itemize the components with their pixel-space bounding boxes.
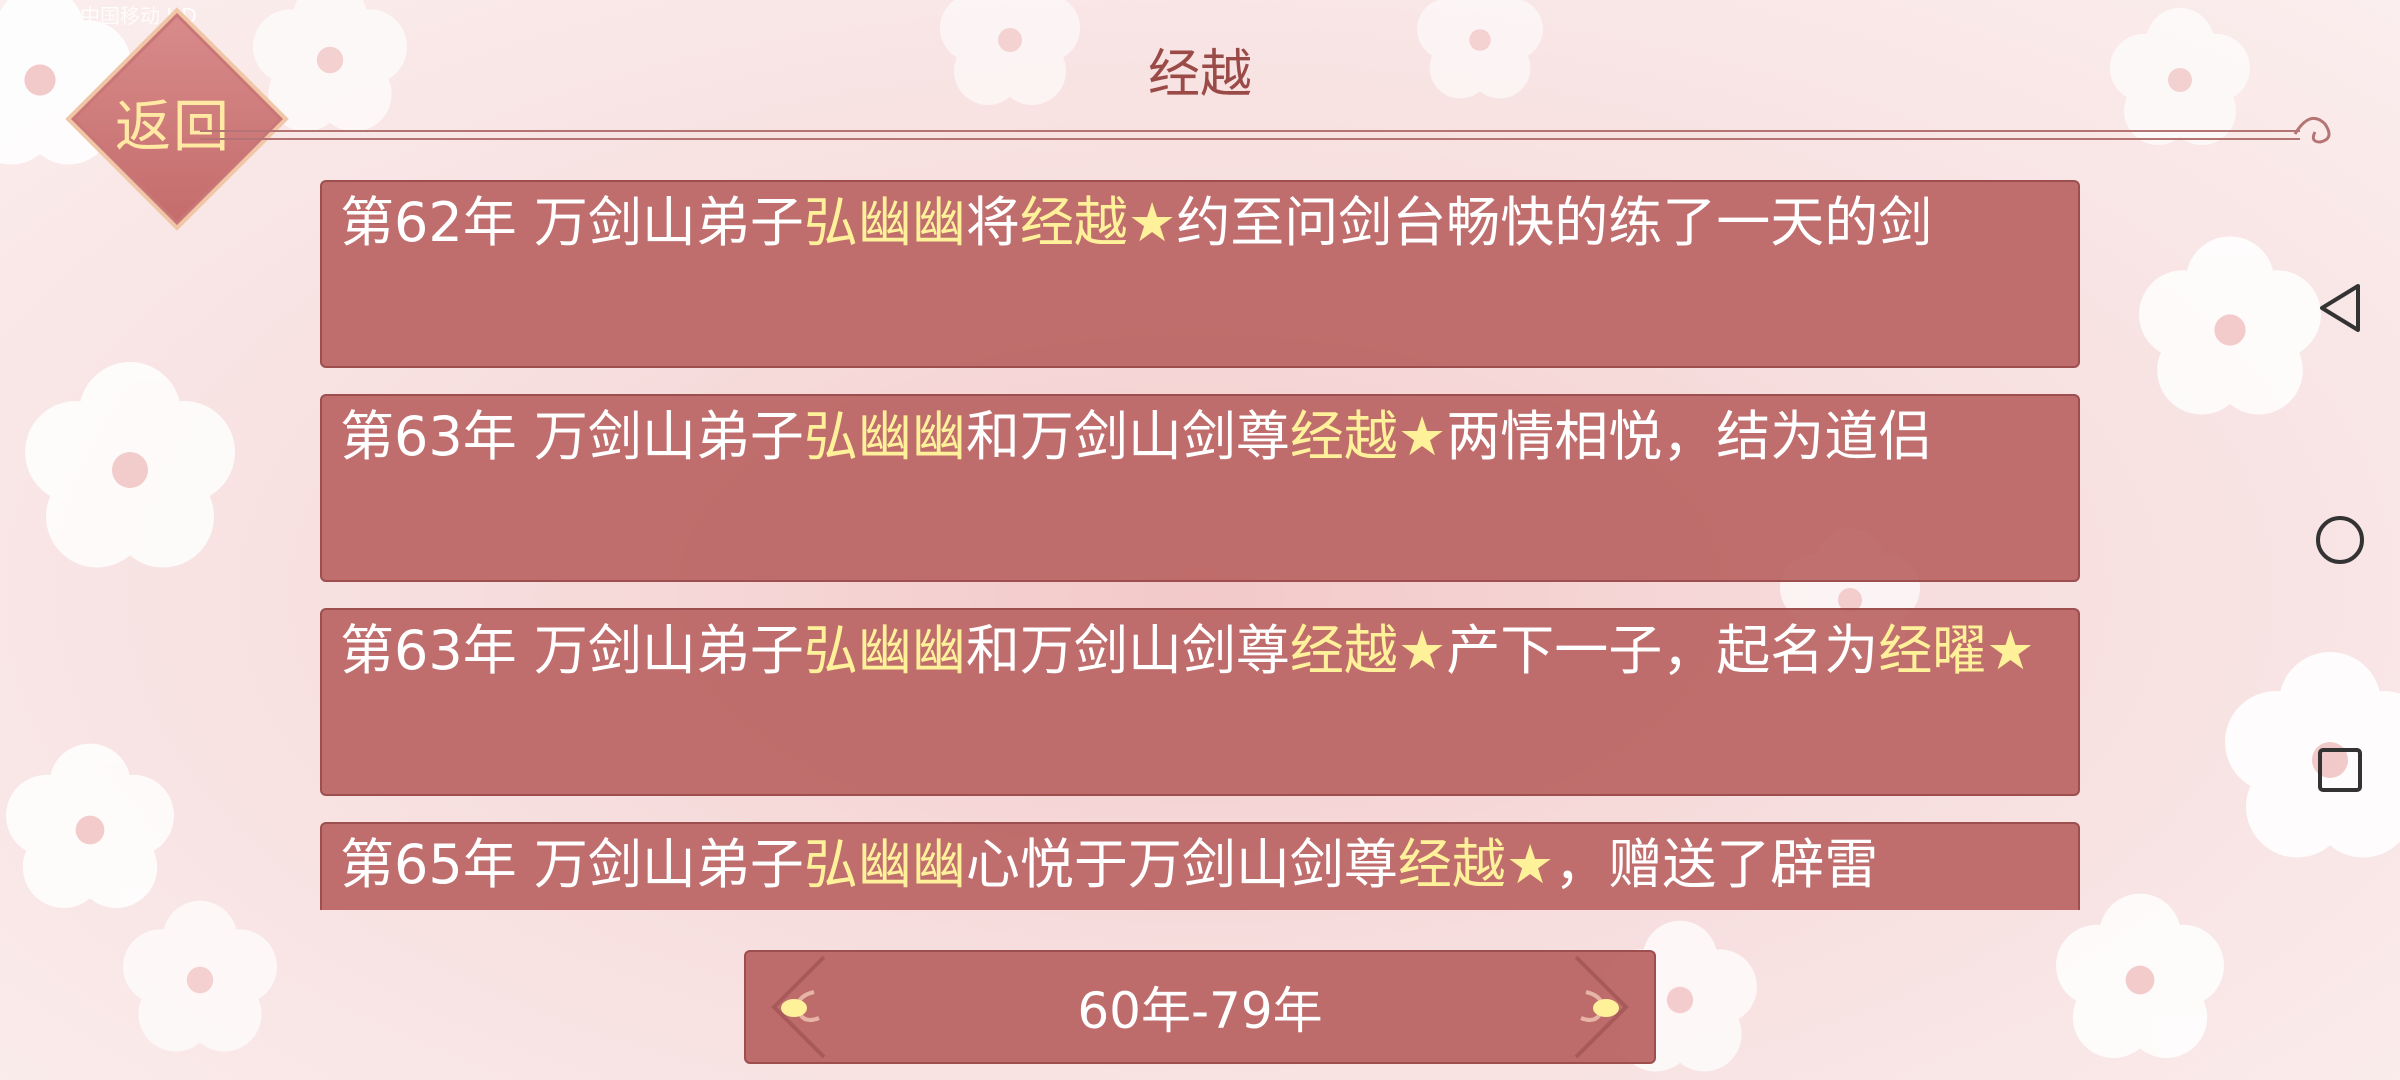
event-text: 第63年 万剑山弟子弘幽幽和万剑山剑尊经越★产下一子，起名为经曜★ xyxy=(340,619,2035,682)
swirl-ornament-icon xyxy=(2293,116,2331,144)
circle-home-icon[interactable] xyxy=(2300,500,2380,580)
square-recents-icon[interactable] xyxy=(2300,730,2380,810)
event-card: 第65年 万剑山弟子弘幽幽心悦于万剑山剑尊经越★，赠送了辟雷 xyxy=(320,822,2080,910)
year-range-label: 60年-79年 xyxy=(1077,982,1323,1040)
event-text: 第62年 万剑山弟子弘幽幽将经越★约至问剑台畅快的练了一天的剑 xyxy=(340,191,1933,254)
event-text: 第63年 万剑山弟子弘幽幽和万剑山剑尊经越★两情相悦，结为道侣 xyxy=(340,405,1933,468)
event-text: 第65年 万剑山弟子弘幽幽心悦于万剑山剑尊经越★，赠送了辟雷 xyxy=(340,833,1879,896)
event-card: 第62年 万剑山弟子弘幽幽将经越★约至问剑台畅快的练了一天的剑 xyxy=(320,180,2080,368)
event-card: 第63年 万剑山弟子弘幽幽和万剑山剑尊经越★两情相悦，结为道侣 xyxy=(320,394,2080,582)
page-title: 经越 xyxy=(1147,45,1252,105)
triangle-back-icon[interactable] xyxy=(2300,268,2380,348)
event-card: 第63年 万剑山弟子弘幽幽和万剑山剑尊经越★产下一子，起名为经曜★ xyxy=(320,608,2080,796)
event-list[interactable]: 第62年 万剑山弟子弘幽幽将经越★约至问剑台畅快的练了一天的剑 第63年 万剑山… xyxy=(320,180,2080,910)
title-divider xyxy=(200,130,2300,140)
year-range-button[interactable]: 60年-79年 xyxy=(744,950,1656,1064)
